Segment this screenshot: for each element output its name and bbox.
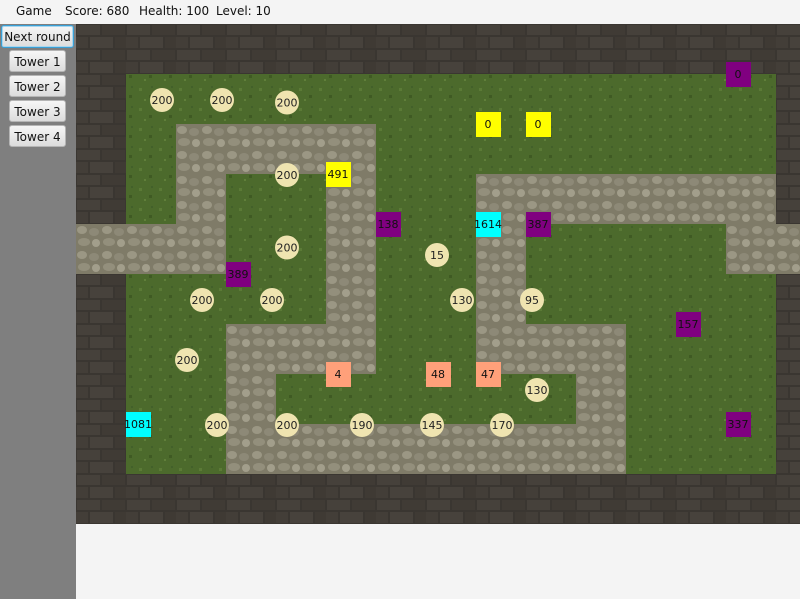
path-tile — [226, 424, 276, 474]
enemy-health-label: 200 — [277, 419, 298, 432]
path-tile — [576, 174, 626, 224]
enemy-health-label: 130 — [527, 384, 548, 397]
enemy-health-label: 200 — [177, 354, 198, 367]
path-tile — [326, 224, 376, 274]
enemy-health-label: 200 — [212, 94, 233, 107]
path-tile — [76, 224, 126, 274]
enemy-health-label: 200 — [152, 94, 173, 107]
path-tile — [726, 224, 776, 274]
tower-value-label: 157 — [678, 318, 699, 331]
path-tile — [276, 324, 326, 374]
path-tile — [526, 324, 576, 374]
path-tile — [126, 224, 176, 274]
path-tile — [226, 124, 276, 174]
enemy-health-label: 200 — [192, 294, 213, 307]
game-board[interactable]: 200 200 200 200 200 15 200 200 130 95 200 130 200 200… — [76, 24, 800, 524]
enemy-health-label: 145 — [422, 419, 443, 432]
enemy-health-label: 200 — [277, 97, 298, 110]
enemy-health-label: 200 — [207, 419, 228, 432]
health-label: Health: 100 — [139, 4, 210, 18]
path-tile — [576, 324, 626, 374]
path-tile — [676, 174, 726, 224]
path-tile — [576, 424, 626, 474]
path-tile — [176, 224, 226, 274]
level-label: Level: 10 — [216, 4, 271, 18]
tower-value-label: 337 — [728, 418, 749, 431]
tower-value-label: 48 — [431, 368, 445, 381]
tower-value-label: 4 — [335, 368, 342, 381]
enemy-health-label: 95 — [525, 294, 539, 307]
path-tile — [776, 224, 800, 274]
path-tile — [576, 374, 626, 424]
tower-value-label: 491 — [328, 168, 349, 181]
next-round-button[interactable]: Next round — [1, 25, 74, 48]
menu-bar: Game Score: 680 Health: 100 Level: 10 — [0, 0, 800, 25]
tower1-button[interactable]: Tower 1 — [9, 50, 66, 72]
tower-value-label: 389 — [228, 268, 249, 281]
enemy-health-label: 200 — [277, 169, 298, 182]
enemy-health-label: 200 — [262, 294, 283, 307]
tower-value-label: 0 — [735, 68, 742, 81]
path-tile — [376, 424, 426, 474]
tower3-button[interactable]: Tower 3 — [9, 100, 66, 122]
path-tile — [626, 174, 676, 224]
path-tile — [726, 174, 776, 224]
tower2-button[interactable]: Tower 2 — [9, 75, 66, 97]
menu-game[interactable]: Game — [16, 4, 52, 18]
path-tile — [476, 274, 526, 324]
enemy-health-label: 170 — [492, 419, 513, 432]
enemy-health-label: 190 — [352, 419, 373, 432]
path-tile — [226, 324, 276, 374]
tower-value-label: 0 — [535, 118, 542, 131]
tower-value-label: 138 — [378, 218, 399, 231]
tower4-button[interactable]: Tower 4 — [9, 125, 66, 147]
path-tile — [326, 274, 376, 324]
status-area — [76, 524, 800, 599]
tower-value-label: 1614 — [474, 218, 502, 231]
path-tile — [176, 124, 226, 174]
tower-value-label: 0 — [485, 118, 492, 131]
path-tile — [226, 374, 276, 424]
tower-value-label: 387 — [528, 218, 549, 231]
path-tile — [526, 424, 576, 474]
enemy-health-label: 130 — [452, 294, 473, 307]
tower-value-label: 1081 — [124, 418, 152, 431]
tower-value-label: 47 — [481, 368, 495, 381]
control-panel: Next round Tower 1 Tower 2 Tower 3 Tower… — [0, 24, 76, 599]
enemy-health-label: 200 — [277, 242, 298, 255]
game-map[interactable]: 200 200 200 200 200 15 200 200 130 95 200 130 200 200… — [76, 24, 800, 524]
path-tile — [176, 174, 226, 224]
enemy-health-label: 15 — [430, 249, 444, 262]
score-label: Score: 680 — [65, 4, 130, 18]
